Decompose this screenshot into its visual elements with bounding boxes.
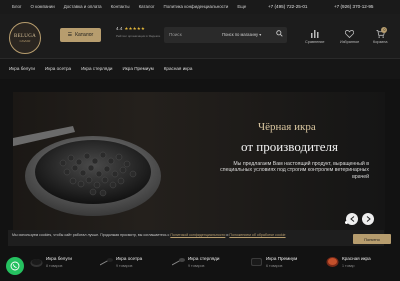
menu-item-premium[interactable]: Икра Премиум — [123, 66, 154, 71]
hero-title-line1: Чёрная икра — [258, 121, 316, 133]
top-bar: Блог О компании Доставка и оплата Контак… — [0, 0, 400, 14]
menu-item-sterlet[interactable]: Икра стерляди — [81, 66, 112, 71]
red-caviar-thumbnail — [326, 257, 339, 267]
logo-subtext: CAVIAR — [19, 38, 31, 43]
caviar-tin-thumbnail — [30, 259, 43, 267]
phone-2[interactable]: +7 (926) 370-12-95 — [334, 4, 373, 9]
header: BELUGA CAVIAR ☰ Каталог 4.4 ★★★★★ Рейтинг… — [0, 14, 400, 58]
category-name: Икра белуги — [46, 256, 72, 261]
menu-item-red-caviar[interactable]: Красная икра — [164, 66, 193, 71]
chevron-right-icon — [366, 216, 371, 222]
caviar-tin-thumbnail — [251, 258, 262, 266]
slider-prev-button[interactable] — [346, 213, 358, 225]
rating-value: 4.4 — [116, 26, 123, 31]
category-name: Икра осетра — [116, 256, 143, 261]
compare-label: Сравнение — [305, 40, 325, 44]
favorites-link[interactable]: Избранное — [340, 30, 359, 44]
catalog-button-label: Каталог — [75, 32, 94, 38]
category-menu: Икра белуги Икра осетра Икра стерляди Ик… — [0, 58, 400, 79]
favorites-label: Избранное — [340, 40, 360, 44]
category-count: 6 товаров — [266, 264, 283, 268]
privacy-policy-link[interactable]: Политикой конфиденциальности — [170, 233, 225, 237]
category-strip: Икра белуги 8 товаров Икра осетра 9 това… — [0, 250, 400, 281]
caviar-spoon-image — [13, 126, 161, 216]
slider-next-button[interactable] — [362, 213, 374, 225]
chevron-left-icon — [349, 216, 354, 222]
top-nav-catalog[interactable]: Каталог — [139, 4, 155, 9]
yandex-rating[interactable]: 4.4 ★★★★★ Рейтинг организации в Яндексе — [116, 26, 160, 38]
heart-icon — [345, 30, 355, 38]
category-count: 9 товаров — [116, 264, 133, 268]
top-nav: Блог О компании Доставка и оплата Контак… — [12, 4, 246, 9]
category-count: 1 товар — [342, 264, 355, 268]
hero-banner[interactable]: Чёрная икра от производителя Мы предлага… — [13, 92, 385, 234]
top-nav-blog[interactable]: Блог — [12, 4, 22, 9]
menu-item-osetr[interactable]: Икра осетра — [45, 66, 71, 71]
search-box[interactable]: Поиск Поиск по магазину ▾ — [164, 27, 287, 43]
logo[interactable]: BELUGA CAVIAR — [9, 22, 41, 54]
cookie-banner: Мы используем cookies, чтобы сайт работа… — [8, 230, 391, 246]
compare-icon — [311, 30, 319, 38]
cart-count-badge: 0 — [381, 27, 388, 33]
cookie-accept-button[interactable]: Понятно — [353, 234, 391, 244]
cart-link[interactable]: Корзина 0 — [373, 27, 388, 44]
search-input[interactable]: Поиск — [169, 32, 182, 37]
hero-title-line2: от производителя — [241, 139, 338, 154]
hero-description: Мы предлагаем Вам настоящий продукт, выр… — [220, 161, 369, 180]
rating-stars-icon: ★★★★★ — [124, 26, 145, 31]
top-nav-contacts[interactable]: Контакты — [111, 4, 130, 9]
search-icon[interactable] — [276, 30, 283, 37]
menu-item-beluga[interactable]: Икра белуги — [9, 66, 35, 71]
category-count: 9 товаров — [188, 264, 205, 268]
top-nav-privacy[interactable]: Политика конфиденциальности — [164, 4, 229, 9]
caviar-spoon-thumbnail — [100, 258, 113, 266]
top-nav-delivery[interactable]: Доставка и оплата — [64, 4, 102, 9]
cookie-policy-link[interactable]: Положением об обработке cookie — [229, 233, 285, 237]
catalog-button[interactable]: ☰ Каталог — [60, 28, 101, 42]
category-count: 8 товаров — [46, 264, 63, 268]
compare-link[interactable]: Сравнение — [305, 30, 325, 44]
caviar-spoon-thumbnail — [172, 258, 185, 266]
search-scope-select[interactable]: Поиск по магазину ▾ — [222, 32, 261, 37]
category-name: Икра стерляди — [188, 256, 220, 261]
cart-label: Корзина — [373, 40, 388, 44]
phone-1[interactable]: +7 (495) 722-25-01 — [268, 4, 307, 9]
rating-caption: Рейтинг организации в Яндексе — [116, 34, 161, 38]
menu-icon: ☰ — [67, 32, 73, 38]
category-name: Красная икра — [342, 256, 371, 261]
cookie-text: Мы используем cookies, чтобы сайт работа… — [12, 233, 286, 237]
top-nav-about[interactable]: О компании — [31, 4, 55, 9]
top-nav-more[interactable]: Еще — [237, 4, 246, 9]
category-name: Икра Премиум — [266, 256, 298, 261]
